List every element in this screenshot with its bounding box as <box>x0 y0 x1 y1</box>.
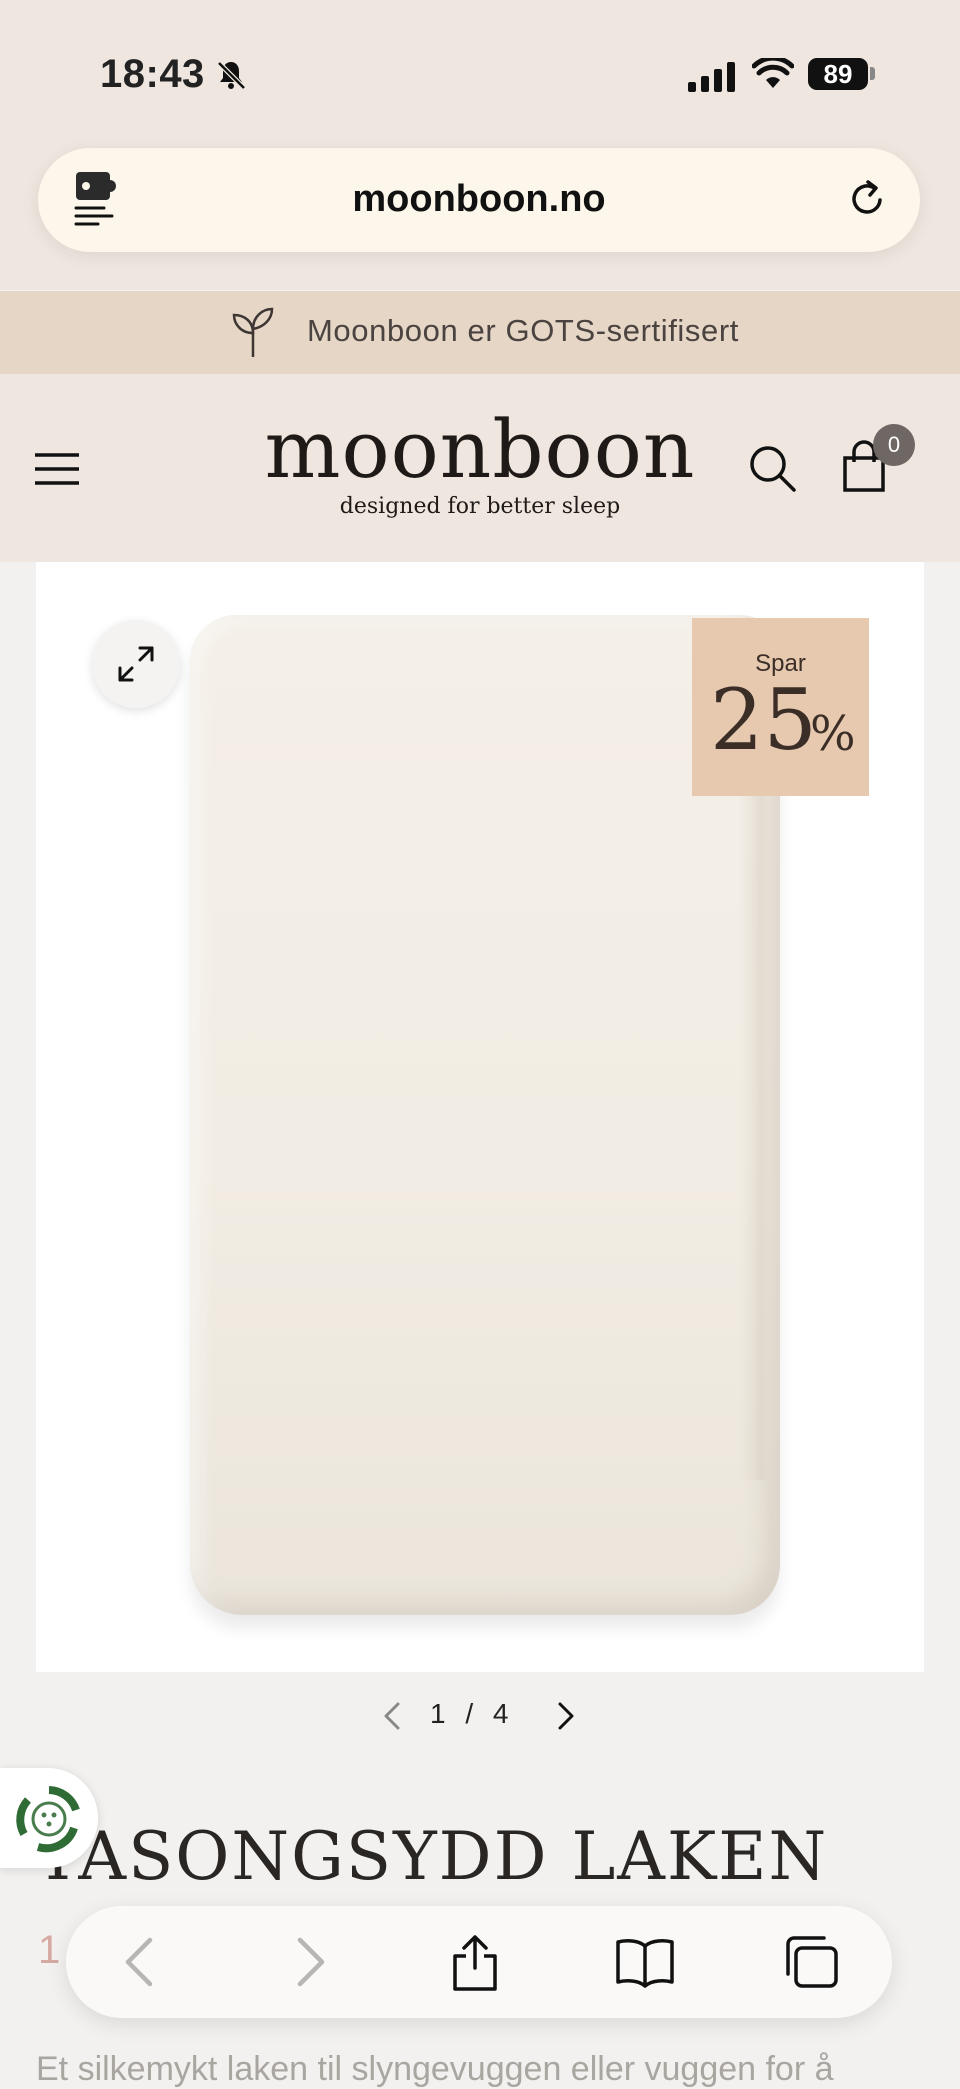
battery-tip <box>870 67 875 80</box>
product-description: Et silkemykt laken til slyngevuggen elle… <box>36 2050 834 2088</box>
status-bar: 18:43 89 <box>0 0 960 150</box>
back-arrow-icon[interactable] <box>120 1934 160 1995</box>
browser-bottom-toolbar <box>66 1906 892 2018</box>
product-title: TASONGSYDD LAKEN <box>36 1818 829 1895</box>
eco-certification-badge[interactable] <box>0 1768 98 1868</box>
sheet-shadow <box>740 780 770 1480</box>
bell-slash-icon <box>214 58 248 97</box>
site-logo[interactable]: moonboon <box>0 410 960 490</box>
cart-count-badge[interactable]: 0 <box>873 424 915 466</box>
search-icon[interactable] <box>748 444 798 499</box>
recycle-leaf-icon <box>16 1786 80 1853</box>
reload-icon[interactable] <box>846 178 890 227</box>
tabs-icon[interactable] <box>782 1934 840 1995</box>
gallery-pager: 1 / 4 <box>0 1692 960 1740</box>
share-icon[interactable] <box>450 1934 500 1997</box>
leaf-sprout-icon <box>230 305 276 364</box>
sale-badge: Spar 25 % <box>692 618 869 796</box>
chevron-left-icon[interactable] <box>378 1698 406 1739</box>
promo-banner: Moonboon er GOTS-sertifisert <box>0 291 960 374</box>
site-tagline: designed for better sleep <box>339 494 621 519</box>
sale-badge-value: 25 <box>710 671 817 769</box>
url-text[interactable]: moonboon.no <box>38 178 920 221</box>
expand-arrows-icon <box>118 646 154 682</box>
clock-time: 18:43 <box>100 52 205 96</box>
address-bar[interactable]: moonboon.no <box>38 148 920 252</box>
chevron-right-icon[interactable] <box>552 1698 580 1739</box>
sale-badge-unit: % <box>810 706 856 762</box>
bookmarks-icon[interactable] <box>614 1934 676 1995</box>
forward-arrow-icon[interactable] <box>290 1934 330 1995</box>
cellular-signal-icon <box>688 62 736 97</box>
promo-text[interactable]: Moonboon er GOTS-sertifisert <box>307 313 739 349</box>
product-price: 1 <box>38 1928 61 1972</box>
pager-text: 1 / 4 <box>430 1698 515 1729</box>
wifi-icon <box>751 55 795 95</box>
battery-icon: 89 <box>808 58 868 90</box>
expand-image-button[interactable] <box>92 620 180 708</box>
site-header: moonboon designed for better sleep 0 <box>0 374 960 562</box>
